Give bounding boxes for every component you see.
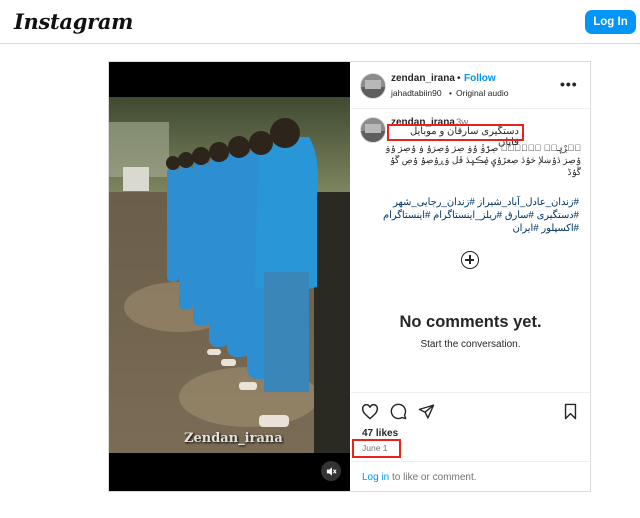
hashtag-link[interactable]: #ریلز_اینستاگرام: [433, 210, 502, 221]
caption-decorative-text: مۘڔْۑۼۘ ۑۧۗۏۡۖ ڝڗۢۏْ ۏۢۏ ڝڗ ۏۢڝڗۏۢ ۏ ۏۢڝ…: [385, 143, 581, 177]
caption-avatar[interactable]: [360, 117, 386, 143]
start-conversation-text: Start the conversation.: [420, 339, 521, 350]
hashtag-link[interactable]: #اینستاگرام: [383, 210, 430, 221]
comment-footer: Log in to like or comment.: [351, 461, 590, 492]
follow-button[interactable]: Follow: [464, 73, 496, 84]
video-scene-illustration: [109, 97, 350, 453]
hashtag-link[interactable]: #ایران: [512, 223, 538, 234]
add-comment-icon[interactable]: [461, 251, 479, 269]
audio-username[interactable]: jahadtabiin90: [391, 88, 442, 98]
no-comments-heading: No comments yet.: [399, 313, 542, 331]
instagram-logo[interactable]: Instagram: [14, 9, 133, 34]
separator-dot: •: [457, 73, 461, 84]
login-prompt: Log in to like or comment.: [362, 472, 477, 483]
avatar-image: [361, 74, 385, 98]
highlight-box-date: [352, 439, 401, 458]
mute-button[interactable]: [321, 461, 341, 481]
login-link[interactable]: Log in: [362, 472, 389, 483]
video-watermark: Zendan_irana: [184, 431, 283, 446]
mute-icon: [326, 466, 337, 476]
hashtag-link[interactable]: #دستگیری: [537, 210, 579, 221]
avatar[interactable]: [360, 73, 386, 99]
top-nav: Instagram Log In: [0, 0, 640, 44]
video-frame: [109, 97, 350, 453]
likes-count[interactable]: 47 likes: [362, 428, 398, 439]
post-sidebar: zendan_irana • Follow jahadtabiin90 • Or…: [351, 62, 590, 491]
comment-icon[interactable]: [390, 403, 407, 420]
post-header: zendan_irana • Follow jahadtabiin90 • Or…: [351, 62, 590, 109]
login-prompt-text: to like or comment.: [389, 472, 477, 483]
highlight-box-caption: [387, 124, 524, 141]
bookmark-icon[interactable]: [563, 403, 578, 420]
post-card: Zendan_irana zendan_irana • Follow jahad…: [108, 61, 591, 492]
share-icon[interactable]: [418, 403, 435, 420]
audio-dot: •: [449, 88, 452, 98]
hashtag-link[interactable]: #سارق: [505, 210, 534, 221]
hashtags: #زندان_عادل_آباد_شیراز #زندان_رجایی_شهر …: [379, 196, 579, 235]
action-bar: [351, 392, 590, 427]
video-player[interactable]: Zendan_irana: [109, 62, 350, 491]
more-options-icon[interactable]: •••: [560, 76, 578, 92]
hashtag-link[interactable]: #زندان_عادل_آباد_شیراز: [478, 197, 579, 208]
caption-avatar-image: [361, 118, 385, 142]
post-username[interactable]: zendan_irana: [391, 73, 455, 84]
heart-icon[interactable]: [361, 404, 379, 420]
audio-label[interactable]: Original audio: [456, 88, 508, 98]
hashtag-link[interactable]: #اکسپلور: [541, 223, 579, 234]
hashtag-link[interactable]: #زندان_رجایی_شهر: [393, 197, 475, 208]
login-button[interactable]: Log In: [585, 10, 636, 34]
